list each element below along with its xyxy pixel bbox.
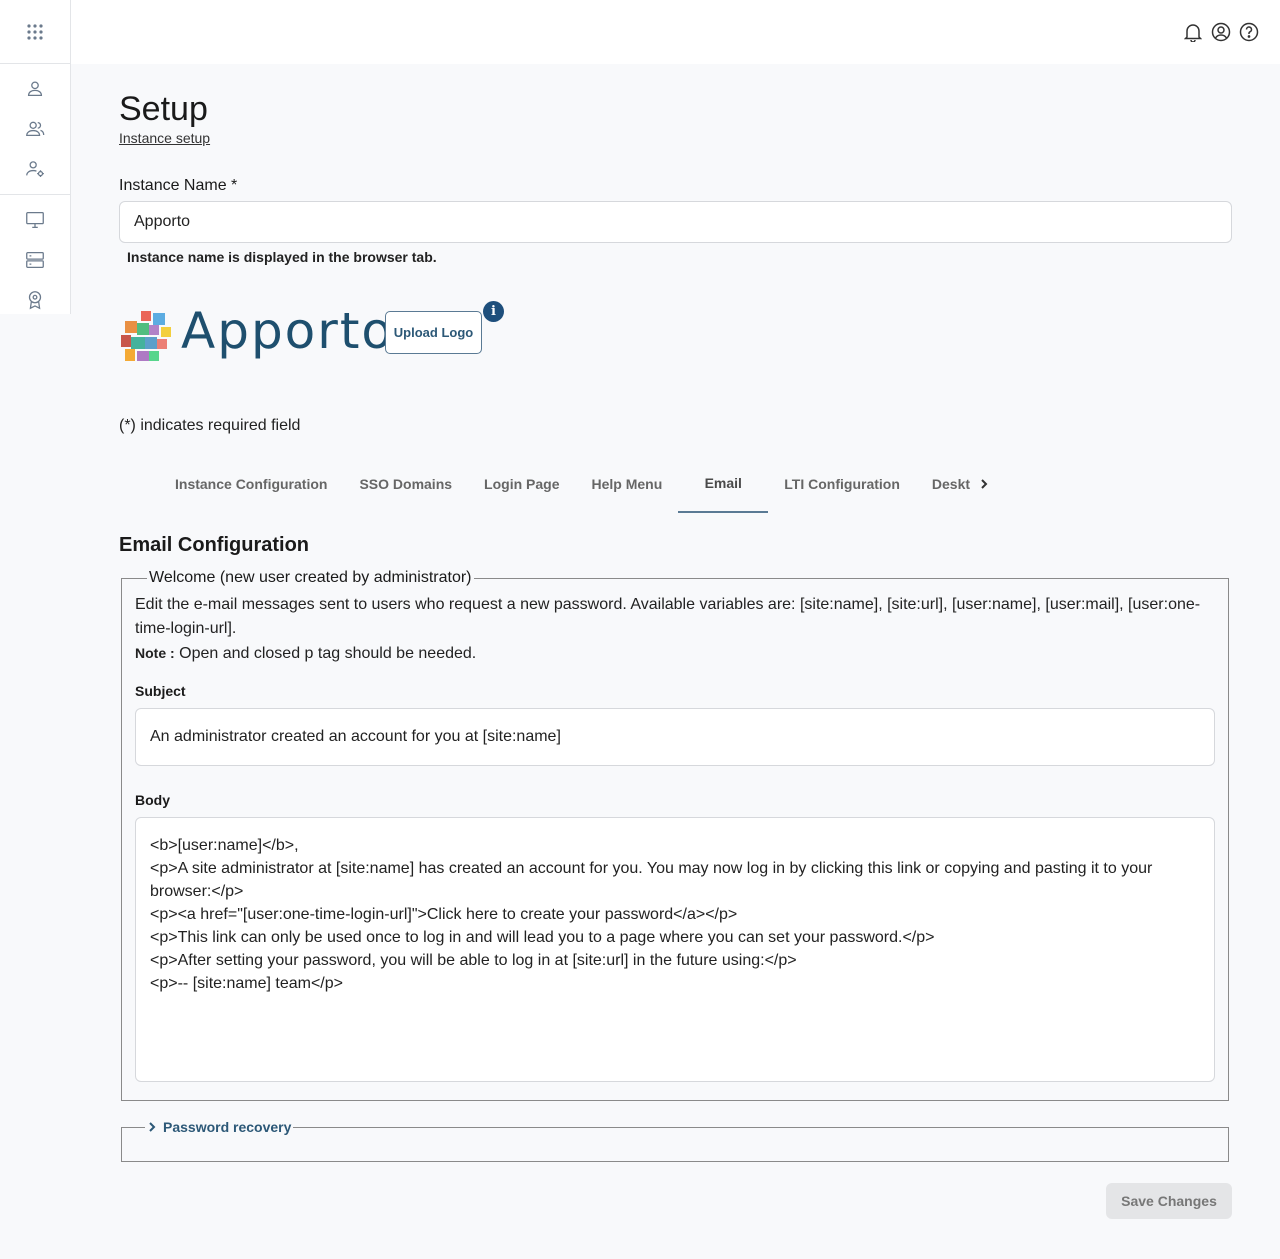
chevron-right-icon	[149, 1122, 156, 1132]
sidebar-item-badges[interactable]	[0, 280, 70, 320]
sidebar-item-users[interactable]	[0, 109, 70, 149]
tab-lti-configuration[interactable]: LTI Configuration	[768, 473, 916, 513]
bell-icon	[1184, 24, 1202, 42]
sidebar	[0, 0, 71, 314]
account-button[interactable]	[1210, 20, 1232, 44]
required-field-note: (*) indicates required field	[119, 417, 301, 434]
body-label: Body	[135, 792, 170, 808]
note-label: Note :	[135, 645, 175, 661]
logo-row: Apporto Upload Logo i	[119, 299, 1232, 373]
sidebar-group-resources	[0, 195, 70, 325]
main-content: Setup Instance setup Instance Name * App…	[119, 64, 1232, 1219]
monitor-icon	[26, 212, 44, 228]
chevron-right-icon	[981, 479, 988, 489]
welcome-email-note: Note : Open and closed p tag should be n…	[135, 641, 1215, 666]
topbar	[71, 0, 1280, 64]
password-recovery-toggle[interactable]: Password recovery	[145, 1119, 293, 1135]
tab-sso-domains[interactable]: SSO Domains	[343, 473, 468, 513]
welcome-email-description: Edit the e-mail messages sent to users w…	[135, 596, 1201, 637]
password-recovery-fieldset: Password recovery	[121, 1119, 1229, 1162]
server-icon	[26, 252, 44, 268]
upload-logo-button[interactable]: Upload Logo	[385, 311, 482, 354]
apporto-logo-text: Apporto	[181, 302, 395, 360]
sidebar-item-servers[interactable]	[0, 240, 70, 280]
help-button[interactable]	[1238, 20, 1260, 44]
user-icon	[27, 81, 43, 97]
tab-help-menu[interactable]: Help Menu	[576, 473, 679, 513]
apps-grid-icon	[27, 23, 43, 40]
tabs-scroll-right-button[interactable]	[974, 474, 994, 494]
email-configuration-title: Email Configuration	[119, 534, 309, 556]
user-settings-icon	[26, 161, 44, 177]
sidebar-group-users	[0, 64, 70, 195]
users-icon	[26, 121, 45, 137]
subject-label: Subject	[135, 683, 186, 699]
tab-instance-configuration[interactable]: Instance Configuration	[159, 473, 343, 513]
tab-email[interactable]: Email	[678, 473, 769, 513]
apps-menu-button[interactable]	[0, 0, 70, 64]
welcome-email-fieldset: Welcome (new user created by administrat…	[121, 569, 1229, 1101]
tab-login-page[interactable]: Login Page	[468, 473, 575, 513]
sidebar-item-user-settings[interactable]	[0, 149, 70, 189]
topbar-actions	[1182, 20, 1260, 44]
subject-input[interactable]: An administrator created an account for …	[135, 708, 1215, 766]
apporto-logo-mark	[121, 311, 171, 361]
instance-name-input[interactable]: Apporto	[119, 201, 1232, 243]
welcome-email-legend: Welcome (new user created by administrat…	[149, 569, 472, 586]
info-icon[interactable]: i	[483, 301, 504, 322]
config-tabs: Instance Configuration SSO Domains Login…	[119, 473, 1232, 513]
page-title: Setup	[119, 90, 208, 128]
instance-name-value: Apporto	[134, 213, 191, 230]
badge-icon	[28, 291, 42, 310]
note-text: Open and closed p tag should be needed.	[174, 645, 477, 662]
account-circle-icon	[1211, 22, 1231, 42]
notifications-button[interactable]	[1182, 20, 1204, 44]
sidebar-item-desktops[interactable]	[0, 200, 70, 240]
subject-value: An administrator created an account for …	[150, 728, 561, 745]
save-changes-button[interactable]: Save Changes	[1106, 1183, 1232, 1219]
sidebar-item-user[interactable]	[0, 69, 70, 109]
help-circle-icon	[1239, 22, 1259, 42]
breadcrumb-instance-setup[interactable]: Instance setup	[119, 130, 210, 146]
password-recovery-label: Password recovery	[163, 1119, 292, 1135]
body-textarea[interactable]: <b>[user:name]</b>, <p>A site administra…	[135, 817, 1215, 1082]
instance-name-helper: Instance name is displayed in the browse…	[127, 249, 437, 265]
instance-name-label: Instance Name *	[119, 177, 238, 194]
